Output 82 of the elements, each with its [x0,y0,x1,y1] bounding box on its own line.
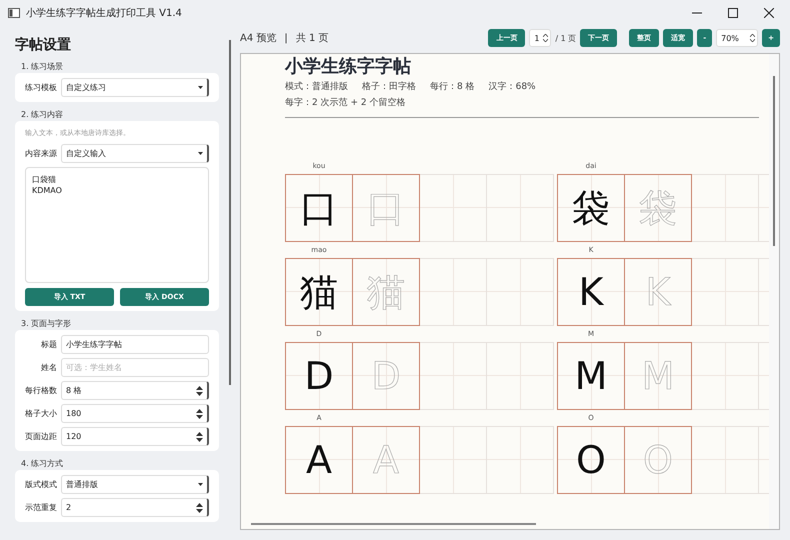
field-label: 姓名 [40,362,57,373]
scrollbar-thumb[interactable] [229,40,231,385]
model-character: 袋 [572,188,610,227]
spin-box[interactable]: 8 格 [61,381,209,400]
field-label: 格子大小 [25,408,57,419]
tracing-character: M [642,356,674,395]
up-arrow-icon[interactable] [196,408,203,412]
tracing-character: D [371,356,401,395]
page-count: 共 1 页 [296,32,328,45]
sheet-info: 每字：2 次示范 + 2 个留空格 [285,96,406,109]
blank-cell [486,258,554,326]
sheet-info: 每行：8 格 [430,80,475,93]
text-field[interactable]: 可选：学生姓名 [61,358,209,377]
down-arrow-icon[interactable] [196,438,203,442]
text-field[interactable]: 小学生练字字帖 [61,335,209,354]
app-icon [8,8,20,18]
down-arrow-icon[interactable] [196,508,203,512]
field-label: 每行格数 [25,385,57,396]
page-total: / 1 页 [555,32,576,44]
section-title: 2. 练习内容 [21,109,64,120]
tracing-character: O [643,440,673,479]
text-input-area[interactable]: 口袋猫 KDMAO [25,167,209,283]
model-character: A [306,440,332,479]
field-label: 标题 [40,339,57,350]
blank-cell [419,174,487,242]
model-character: K [578,272,604,311]
tracing-character: K [646,272,670,311]
section-title: 3. 页面与字形 [21,318,72,329]
panel-heading: 字帖设置 [15,36,72,54]
zoom-spin-box[interactable]: 70% [716,29,758,47]
spin-box[interactable]: 120 [61,427,209,446]
caret-icon [198,152,203,155]
model-character: M [574,356,608,395]
field-label: 练习模板 [25,82,57,93]
caret-icon [198,483,203,486]
down-arrow-icon[interactable] [196,392,203,396]
down-arrow-icon[interactable] [196,414,203,418]
dropdown[interactable]: 自定义练习 [61,78,209,97]
dropdown[interactable]: 普通排版 [61,475,209,494]
field-label: 示范重复 [25,502,57,513]
maximize-icon[interactable] [728,8,738,18]
model-character: 口 [300,188,338,227]
blank-cell [486,174,554,242]
field-label: 内容来源 [25,148,57,159]
tracing-character: A [373,440,399,479]
sheet-title: 小学生练字字帖 [285,56,412,78]
sheet-info: 汉字：68% [488,80,536,93]
blank-cell [486,426,554,494]
tracing-character: 猫 [367,272,405,311]
scrollbar-thumb[interactable] [773,76,775,246]
up-arrow-icon[interactable] [196,502,203,506]
sheet-info: 模式：普通排版 [285,80,348,93]
section-title: 4. 练习方式 [21,458,64,469]
tracing-character: 袋 [639,188,677,227]
tracing-character: 口 [367,188,405,227]
spin-box[interactable]: 180 [61,404,209,423]
blank-cell [419,426,487,494]
model-character: D [304,356,334,395]
scrollbar-thumb[interactable] [251,523,536,525]
separator: | [284,32,288,44]
blank-cell [486,342,554,410]
up-arrow-icon[interactable] [196,432,203,436]
caret-icon [198,86,203,89]
close-icon[interactable] [764,8,774,18]
blank-cell [419,258,487,326]
blank-cell [419,342,487,410]
sheet-info: 格子：田字格 [362,80,416,93]
up-arrow-icon[interactable] [196,386,203,390]
window-title: 小学生练字字帖生成打印工具 V1.4 [26,6,182,20]
section-title: 1. 练习场景 [21,61,64,72]
model-character: O [576,440,606,479]
page-spin-box[interactable]: 1 [529,29,552,47]
field-label: 页面边距 [25,431,57,442]
blank-cell [691,426,759,494]
field-label: 版式模式 [25,479,57,490]
blank-cell [691,342,759,410]
dropdown[interactable]: 自定义输入 [61,144,209,163]
preview-label: A4 预览 [240,32,276,45]
blank-cell [691,258,759,326]
blank-cell [691,174,759,242]
spin-box[interactable]: 2 [61,498,209,517]
model-character: 猫 [300,272,338,311]
